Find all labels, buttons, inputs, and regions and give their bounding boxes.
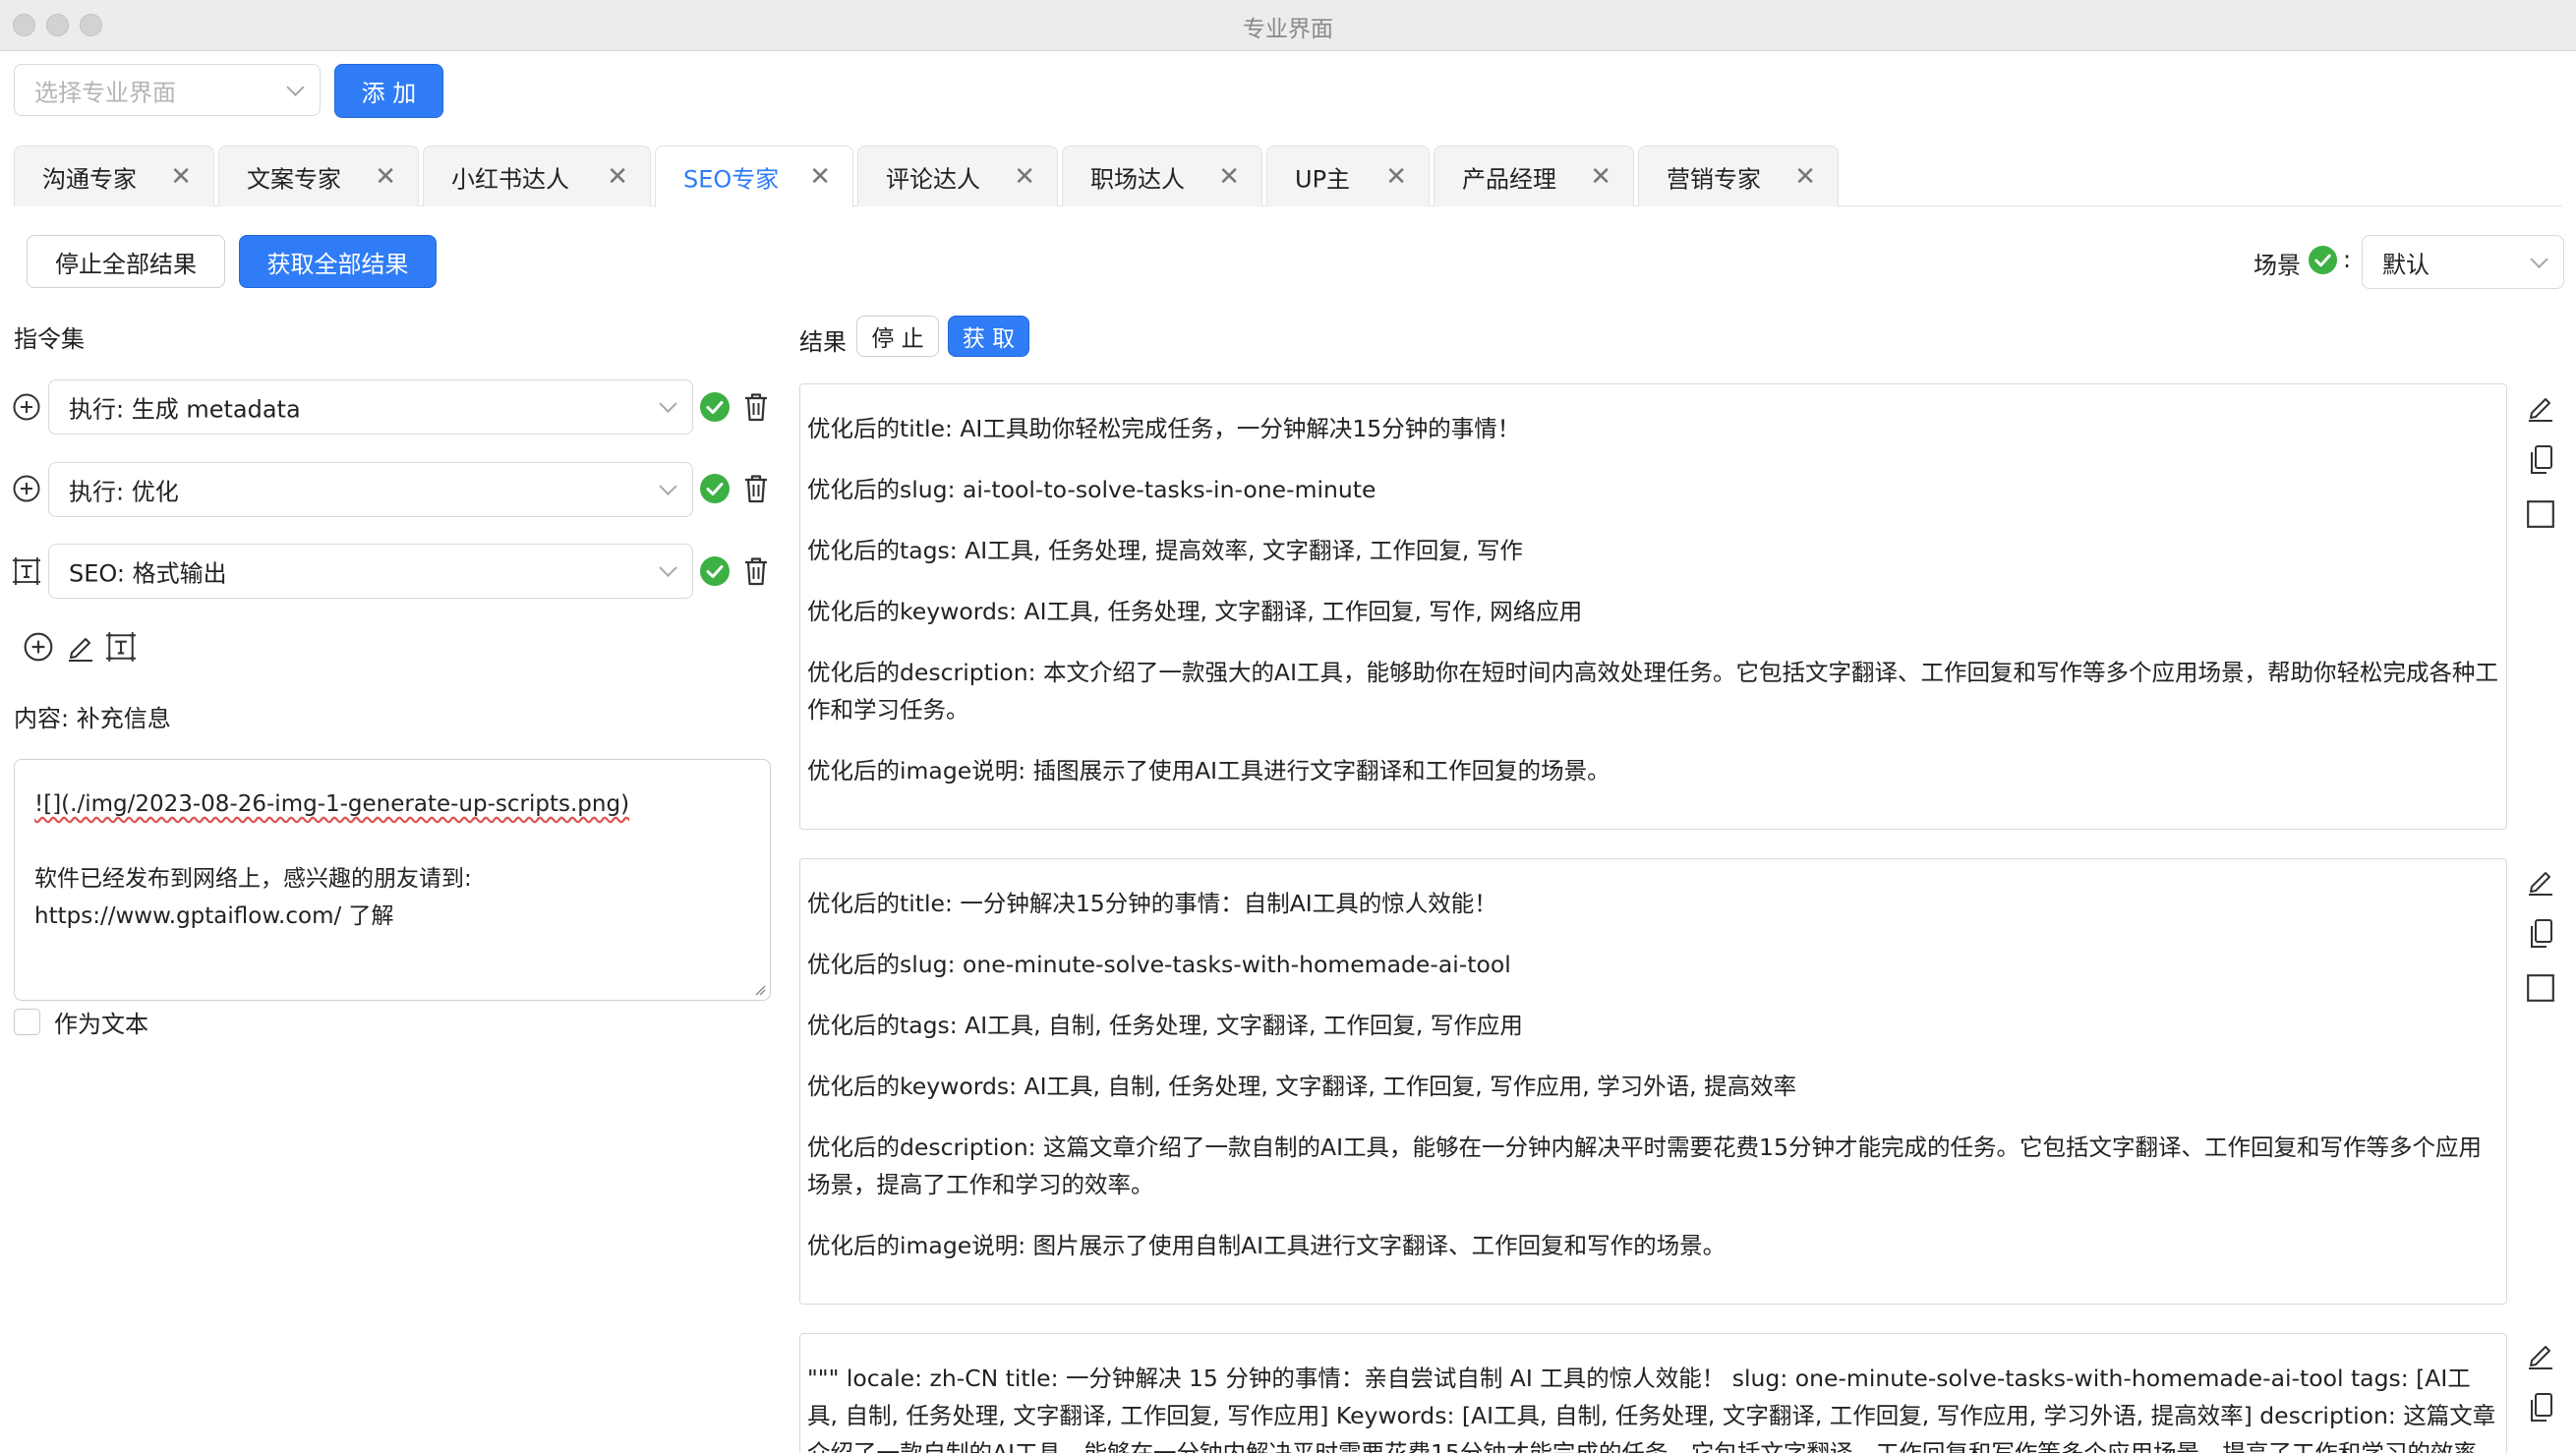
scene-select-value: 默认 — [2382, 251, 2430, 278]
stop-all-results-button[interactable]: 停止全部结果 — [27, 235, 225, 288]
result-line: 优化后的image说明: 图片展示了使用自制AI工具进行文字翻译、工作回复和写作… — [807, 1232, 1727, 1259]
close-icon[interactable]: ✕ — [170, 162, 192, 192]
result-line: 优化后的slug: one-minute-solve-tasks-with-ho… — [807, 951, 1511, 978]
tab-review-expert[interactable]: 评论达人 ✕ — [857, 145, 1058, 206]
tab-label: SEO专家 — [683, 165, 780, 194]
instruction-select-value: 执行: 生成 metadata — [69, 395, 301, 424]
result-line: 优化后的slug: ai-tool-to-solve-tasks-in-one-… — [807, 476, 1376, 503]
instruction-select-value: SEO: 格式输出 — [69, 559, 227, 588]
copy-icon[interactable] — [2525, 1392, 2556, 1424]
content-line: ![](./img/2023-08-26-img-1-generate-up-s… — [34, 791, 630, 817]
instruction-select-value: 执行: 优化 — [69, 478, 179, 506]
text-frame-icon[interactable] — [12, 556, 41, 586]
close-icon[interactable]: ✕ — [1794, 162, 1816, 192]
instruction-select-2[interactable]: 执行: 优化 — [48, 462, 693, 517]
chevron-down-icon — [659, 558, 677, 577]
tab-label: 文案专家 — [247, 165, 341, 193]
tab-seo-expert[interactable]: SEO专家 ✕ — [655, 145, 853, 207]
edit-icon[interactable] — [2525, 391, 2556, 423]
result-line: 优化后的tags: AI工具, 任务处理, 提高效率, 文字翻译, 工作回复, … — [807, 537, 1523, 564]
content-line — [34, 823, 750, 860]
tab-copywriting-expert[interactable]: 文案专家 ✕ — [218, 145, 419, 206]
copy-icon[interactable] — [2525, 444, 2556, 476]
resize-handle-icon[interactable] — [754, 984, 766, 996]
tab-label: 产品经理 — [1462, 165, 1556, 193]
fetch-result-button[interactable]: 获 取 — [948, 316, 1029, 357]
result-line: 优化后的title: AI工具助你轻松完成任务，一分钟解决15分钟的事情！ — [807, 415, 1521, 442]
tab-label: 职场达人 — [1090, 165, 1185, 193]
interface-select[interactable]: 选择专业界面 — [14, 64, 321, 116]
content-textarea[interactable]: ![](./img/2023-08-26-img-1-generate-up-s… — [14, 759, 771, 1001]
edit-icon[interactable] — [66, 631, 95, 663]
result-box-1[interactable]: 优化后的title: AI工具助你轻松完成任务，一分钟解决15分钟的事情！ 优化… — [799, 383, 2507, 830]
select-box-icon[interactable] — [2525, 498, 2556, 530]
select-box-icon[interactable] — [2525, 972, 2556, 1004]
trash-icon[interactable] — [741, 473, 771, 504]
stop-result-button[interactable]: 停 止 — [856, 316, 939, 357]
result-line: 优化后的tags: AI工具, 自制, 任务处理, 文字翻译, 工作回复, 写作… — [807, 1012, 1523, 1039]
as-text-checkbox[interactable] — [14, 1009, 40, 1035]
close-icon[interactable]: ✕ — [1218, 162, 1240, 192]
edit-icon[interactable] — [2525, 1339, 2556, 1370]
interface-select-placeholder: 选择专业界面 — [34, 79, 176, 106]
result-line: 优化后的description: 本文介绍了一款强大的AI工具，能够助你在短时间… — [807, 659, 2499, 724]
window-title: 专业界面 — [1243, 17, 1333, 42]
content-line: 软件已经发布到网络上，感兴趣的朋友请到: — [34, 866, 472, 892]
close-icon[interactable]: ✕ — [375, 162, 396, 192]
tab-workplace-expert[interactable]: 职场达人 ✕ — [1062, 145, 1262, 206]
result-box-3[interactable]: """ locale: zh-CN title: 一分钟解决 15 分钟的事情：… — [799, 1333, 2507, 1453]
tab-up-creator[interactable]: UP主 ✕ — [1266, 145, 1430, 206]
chevron-down-icon — [286, 78, 305, 96]
scene-label: 场景 — [2254, 252, 2301, 279]
add-instruction-icon[interactable] — [23, 631, 54, 663]
close-icon[interactable]: ✕ — [1014, 162, 1035, 192]
add-button[interactable]: 添 加 — [334, 64, 443, 118]
check-circle-icon — [700, 392, 730, 422]
result-line: 优化后的image说明: 插图展示了使用AI工具进行文字翻译和工作回复的场景。 — [807, 757, 1610, 785]
result-line: 优化后的description: 这篇文章介绍了一款自制的AI工具，能够在一分钟… — [807, 1133, 2482, 1198]
fetch-all-results-button[interactable]: 获取全部结果 — [239, 235, 437, 288]
chevron-down-icon — [659, 477, 677, 495]
check-circle-icon — [700, 556, 730, 586]
copy-icon[interactable] — [2525, 918, 2556, 950]
plus-circle-icon[interactable] — [12, 474, 41, 503]
content-line: https://www.gptaiflow.com/ 了解 — [34, 903, 394, 929]
tab-label: 营销专家 — [1667, 165, 1761, 193]
result-box-2[interactable]: 优化后的title: 一分钟解决15分钟的事情：自制AI工具的惊人效能！ 优化后… — [799, 858, 2507, 1305]
instruction-select-1[interactable]: 执行: 生成 metadata — [48, 379, 693, 435]
as-text-label: 作为文本 — [54, 1011, 148, 1038]
result-line: 优化后的title: 一分钟解决15分钟的事情：自制AI工具的惊人效能！ — [807, 890, 1497, 917]
chevron-down-icon — [659, 394, 677, 413]
close-icon[interactable]: ✕ — [607, 162, 628, 192]
tab-communication-expert[interactable]: 沟通专家 ✕ — [14, 145, 214, 206]
scene-select[interactable]: 默认 — [2362, 235, 2564, 289]
instruction-select-3[interactable]: SEO: 格式输出 — [48, 544, 693, 599]
trash-icon[interactable] — [741, 391, 771, 423]
results-label: 结果 — [799, 328, 847, 356]
chevron-down-icon — [2530, 250, 2548, 268]
tab-label: 小红书达人 — [451, 165, 569, 193]
content-label: 内容: 补充信息 — [14, 705, 171, 732]
check-circle-icon — [700, 474, 730, 503]
check-circle-icon — [2308, 245, 2338, 275]
text-frame-icon[interactable] — [105, 631, 137, 663]
tab-label: 沟通专家 — [42, 165, 137, 193]
tab-xiaohongshu-expert[interactable]: 小红书达人 ✕ — [423, 145, 651, 206]
result-line: 优化后的keywords: AI工具, 任务处理, 文字翻译, 工作回复, 写作… — [807, 598, 1583, 625]
close-icon[interactable]: ✕ — [809, 162, 831, 192]
result-line: 优化后的keywords: AI工具, 自制, 任务处理, 文字翻译, 工作回复… — [807, 1073, 1797, 1100]
trash-icon[interactable] — [741, 555, 771, 587]
tab-product-manager[interactable]: 产品经理 ✕ — [1434, 145, 1634, 206]
tab-label: 评论达人 — [886, 165, 980, 193]
tab-marketing-expert[interactable]: 营销专家 ✕ — [1638, 145, 1839, 206]
window-titlebar: 专业界面 — [0, 0, 2576, 51]
close-icon[interactable]: ✕ — [1385, 162, 1407, 192]
edit-icon[interactable] — [2525, 865, 2556, 897]
instruction-set-title: 指令集 — [14, 325, 85, 353]
result-line: """ locale: zh-CN title: 一分钟解决 15 分钟的事情：… — [807, 1365, 2500, 1453]
close-icon[interactable]: ✕ — [1590, 162, 1611, 192]
tab-label: UP主 — [1295, 165, 1351, 193]
scene-colon: : — [2343, 246, 2352, 273]
plus-circle-icon[interactable] — [12, 392, 41, 422]
